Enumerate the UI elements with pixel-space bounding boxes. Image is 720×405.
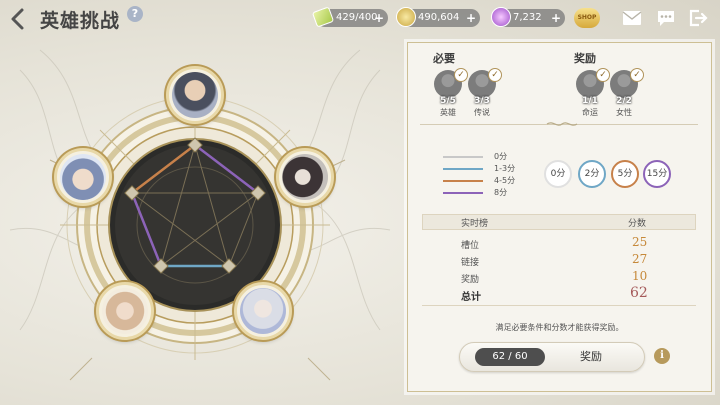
help-icon[interactable]: ? xyxy=(127,6,143,22)
ranking-header-label: 实时榜 xyxy=(461,219,489,229)
claim-reward-label: 奖励 xyxy=(580,350,602,363)
gold-value: 490,604 xyxy=(418,12,460,23)
total-label: 总计 xyxy=(461,292,481,303)
check-icon: ✓ xyxy=(596,68,610,82)
required-legend-slot: ✓ xyxy=(468,68,502,98)
slot-label: 命运 xyxy=(582,108,598,117)
score-badge-2: 2分 xyxy=(578,160,606,188)
hero-portrait xyxy=(282,154,328,200)
gem-value: 7,232 xyxy=(513,12,542,23)
legend-line-0 xyxy=(443,156,483,158)
required-label: 必要 xyxy=(433,52,455,65)
hero-portrait xyxy=(102,288,148,334)
legend-label: 1-3分 xyxy=(494,164,516,173)
hero-slot-left[interactable] xyxy=(54,148,112,206)
exit-icon[interactable] xyxy=(688,9,708,27)
reward-fate-slot: ✓ xyxy=(576,68,610,98)
divider-ornament xyxy=(546,122,578,126)
hero-portrait xyxy=(172,72,218,118)
ranking-bottom-divider xyxy=(422,305,696,306)
gem-counter[interactable]: 7,232 + xyxy=(491,7,565,27)
gold-coin-icon xyxy=(396,7,416,27)
slot-label: 传说 xyxy=(474,108,490,117)
page-title: 英雄挑战 xyxy=(40,10,121,32)
slot-label: 女性 xyxy=(616,108,632,117)
stamina-counter[interactable]: 429/400 + xyxy=(311,6,388,28)
ranking-row-label: 槽位 xyxy=(461,241,480,251)
slot-count: 1/1 xyxy=(582,96,598,106)
stamina-value: 429/400 xyxy=(336,12,378,23)
slot-count: 3/3 xyxy=(474,96,490,106)
required-hero-slot: ✓ xyxy=(434,68,468,98)
shop-button[interactable]: SHOP xyxy=(574,8,600,28)
legend-line-2 xyxy=(443,180,483,182)
hero-slot-bottom-left[interactable] xyxy=(96,282,154,340)
ranking-score-header: 分数 xyxy=(628,219,647,229)
back-arrow-icon[interactable] xyxy=(6,6,32,32)
check-icon: ✓ xyxy=(630,68,644,82)
score-badge-15: 15分 xyxy=(643,160,671,188)
hero-portrait xyxy=(60,154,106,200)
hero-portrait xyxy=(240,288,286,334)
score-badge-0: 0分 xyxy=(544,160,572,188)
reward-label: 奖励 xyxy=(574,52,596,65)
check-icon: ✓ xyxy=(488,68,502,82)
legend-label: 4-5分 xyxy=(494,176,516,185)
ranking-row-value: 27 xyxy=(632,252,648,266)
check-icon: ✓ xyxy=(454,68,468,82)
gem-plus-button[interactable]: + xyxy=(551,9,561,27)
hero-slot-right[interactable] xyxy=(276,148,334,206)
gold-plus-button[interactable]: + xyxy=(466,9,476,27)
slot-count: 2/2 xyxy=(616,96,632,106)
chat-icon[interactable] xyxy=(656,9,676,27)
reward-hint: 满足必要条件和分数才能获得奖励。 xyxy=(495,323,624,332)
ranking-row-value: 10 xyxy=(632,269,648,283)
stamina-crystal-icon xyxy=(311,6,335,28)
ranking-row-label: 链接 xyxy=(461,258,480,268)
legend-line-3 xyxy=(443,192,483,194)
ranking-row-value: 25 xyxy=(632,235,648,249)
reward-female-slot: ✓ xyxy=(610,68,644,98)
hero-slot-bottom-right[interactable] xyxy=(234,282,292,340)
score-badge-5: 5分 xyxy=(611,160,639,188)
stamina-plus-button[interactable]: + xyxy=(374,9,384,27)
slot-label: 英雄 xyxy=(440,108,456,117)
info-icon[interactable]: i xyxy=(654,348,670,364)
total-value: 62 xyxy=(630,285,648,301)
gold-counter[interactable]: 490,604 + xyxy=(396,7,480,27)
gem-icon xyxy=(491,7,511,27)
mail-icon[interactable] xyxy=(622,9,642,27)
ranking-row-label: 奖励 xyxy=(461,275,480,285)
legend-line-1 xyxy=(443,168,483,170)
slot-count: 5/5 xyxy=(440,96,456,106)
legend-label: 8分 xyxy=(494,188,508,197)
hero-slot-top[interactable] xyxy=(166,66,224,124)
score-progress: 62 / 60 xyxy=(475,348,545,366)
legend-label: 0分 xyxy=(494,152,508,161)
